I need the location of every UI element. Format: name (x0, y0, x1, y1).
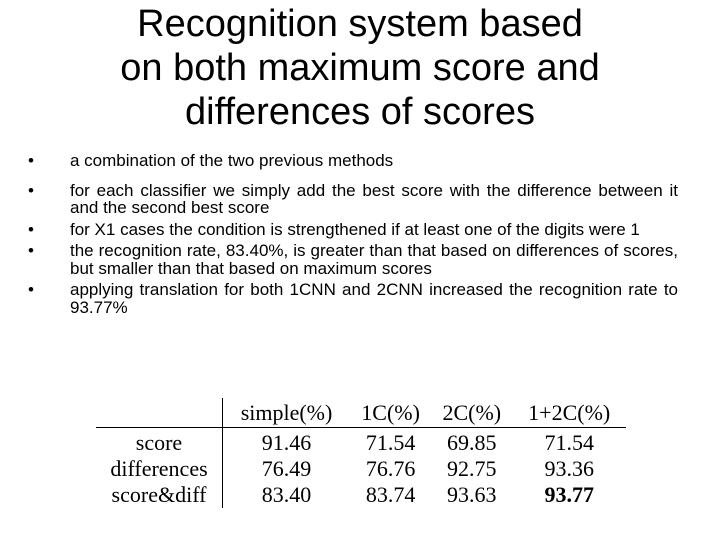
table-cell: 91.46 (261, 430, 312, 455)
bullet-icon: • (28, 151, 34, 170)
bullet-text: a combination of the two previous method… (70, 151, 394, 170)
table-cell: 93.36 (544, 456, 594, 481)
table-cell: 71.54 (365, 430, 416, 455)
table-row: score&diff 83.40 83.74 93.63 93.77 (96, 482, 626, 508)
table-header-row: simple(%) 1C(%) 2C(%) 1+2C(%) (96, 398, 626, 428)
table-cell: 93.63 (447, 482, 497, 507)
table-row: differences 76.49 76.76 92.75 93.36 (96, 456, 626, 482)
slide-title-line: differences of scores (185, 91, 535, 133)
bullet-item: • the recognition rate, 83.40%, is great… (26, 242, 678, 277)
row-label: score (96, 427, 223, 456)
slide-title-line: on both maximum score and (120, 47, 600, 89)
table-cell: 76.49 (261, 456, 312, 481)
bullet-icon: • (28, 280, 34, 299)
slide-title: Recognition system based on both maximum… (0, 2, 720, 134)
bullet-text: applying translation for both 1CNN and 2… (70, 280, 678, 317)
table-cell: 83.74 (365, 482, 416, 507)
bullet-item: • applying translation for both 1CNN and… (26, 281, 678, 316)
bullet-list: • a combination of the two previous meth… (26, 152, 678, 320)
column-header: 1C(%) (361, 399, 420, 425)
row-label: differences (96, 456, 223, 482)
bullet-text: for X1 cases the condition is strengthen… (70, 219, 640, 239)
bullet-text: for each classifier we simply add the be… (70, 180, 678, 217)
bullet-item: • for X1 cases the condition is strength… (26, 219, 678, 239)
table-cell: 83.40 (261, 482, 312, 507)
table-cell: 69.85 (447, 430, 497, 455)
column-header: 1+2C(%) (528, 399, 611, 425)
bullet-icon: • (28, 180, 34, 200)
row-label: score&diff (96, 482, 223, 508)
bullet-item: • a combination of the two previous meth… (26, 152, 678, 170)
bullet-icon: • (28, 219, 34, 239)
table-cell: 71.54 (544, 430, 594, 455)
bullet-icon: • (28, 241, 34, 260)
bullet-text: the recognition rate, 83.40%, is greater… (70, 241, 678, 278)
column-header: 2C(%) (442, 399, 502, 425)
results-table: simple(%) 1C(%) 2C(%) 1+2C(%) score 91.4… (96, 398, 626, 508)
column-header: simple(%) (240, 399, 333, 425)
table-cell: 76.76 (365, 456, 416, 481)
table-cell-best: 93.77 (544, 482, 594, 507)
table-row: score 91.46 71.54 69.85 71.54 (96, 427, 626, 456)
table-corner (96, 398, 223, 428)
bullet-item: • for each classifier we simply add the … (26, 180, 678, 217)
slide-title-line: Recognition system based (137, 3, 583, 45)
table-cell: 92.75 (447, 456, 497, 481)
